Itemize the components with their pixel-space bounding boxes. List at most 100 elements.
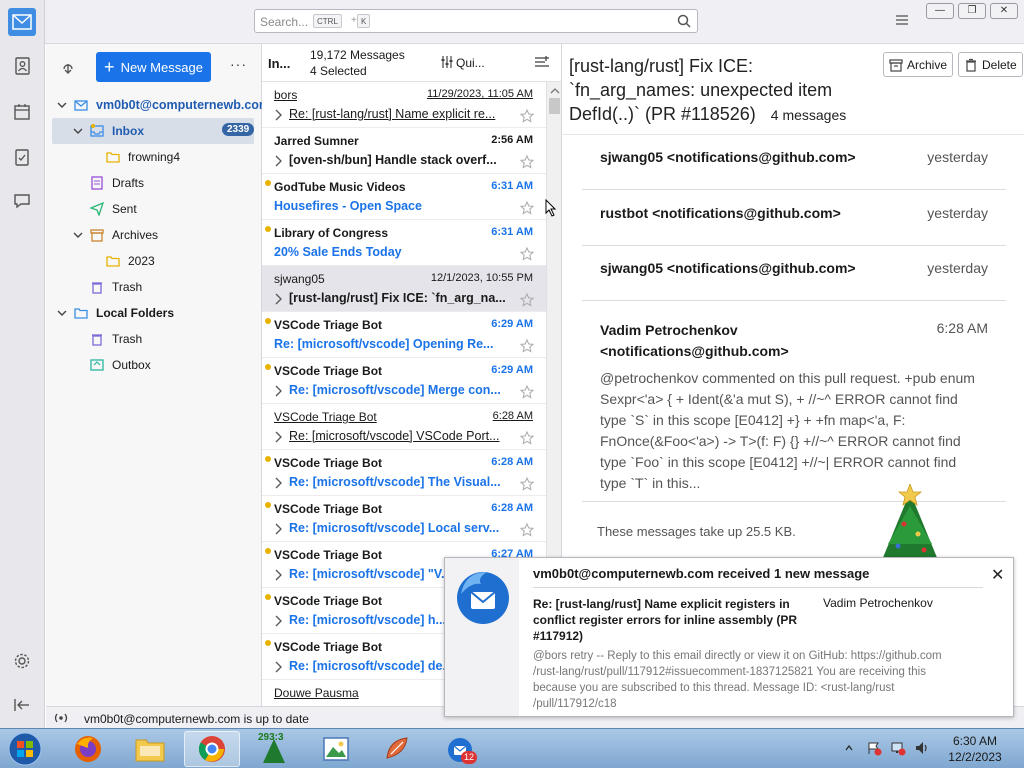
unread-dot-icon (265, 456, 271, 462)
message-row[interactable]: VSCode Triage Bot 6:29 AM Re: [microsoft… (262, 358, 546, 404)
message-from: bors (274, 88, 298, 102)
network-icon[interactable] (890, 740, 906, 756)
online-status-icon[interactable] (52, 711, 70, 725)
chat-icon[interactable] (8, 187, 36, 215)
get-messages-icon[interactable] (60, 58, 76, 77)
app-menu-icon[interactable] (894, 12, 910, 28)
folder-icon (106, 152, 120, 163)
message-row[interactable]: bors 11/29/2023, 11:05 AM Re: [rust-lang… (262, 82, 546, 128)
message-from: VSCode Triage Bot (274, 640, 383, 654)
star-icon[interactable] (520, 293, 534, 307)
taskbar-tree-app[interactable]: 293:3 (246, 731, 302, 767)
folder-archives[interactable]: Archives (46, 222, 262, 248)
message-row[interactable]: Jarred Sumner 2:56 AM [oven-sh/bun] Hand… (262, 128, 546, 174)
folder-account-main[interactable]: vm0b0t@computernewb.com (46, 92, 270, 118)
message-row[interactable]: Library of Congress 6:31 AM 20% Sale End… (262, 220, 546, 266)
unread-dot-icon (265, 318, 271, 324)
conversation-title: [rust-lang/rust] Fix ICE: `fn_arg_names:… (569, 54, 879, 127)
conversation-from: sjwang05 <notifications@github.com> (600, 149, 856, 165)
archive-label: Archive (907, 57, 948, 72)
action-center-icon[interactable] (866, 740, 882, 756)
taskbar-photo-viewer[interactable] (308, 731, 364, 767)
new-message-button[interactable]: + New Message (96, 52, 211, 82)
taskbar-app[interactable] (370, 731, 426, 767)
plus-icon: + (104, 57, 115, 77)
tray-expand-icon[interactable] (844, 743, 854, 753)
collapse-spaces-icon[interactable] (8, 691, 36, 719)
scrollbar-thumb[interactable] (549, 98, 560, 114)
star-icon[interactable] (520, 201, 534, 215)
conversation-message-count: 4 messages (770, 107, 847, 123)
taskbar-firefox[interactable] (60, 731, 116, 767)
chevron-down-icon[interactable] (72, 229, 84, 241)
star-icon[interactable] (520, 339, 534, 353)
star-icon[interactable] (520, 477, 534, 491)
quick-filter-button[interactable]: Qui... (456, 56, 485, 70)
search-icon[interactable] (677, 14, 691, 31)
display-options-icon[interactable] (534, 55, 550, 72)
star-icon[interactable] (520, 155, 534, 169)
message-row[interactable]: VSCode Triage Bot 6:28 AM Re: [microsoft… (262, 450, 546, 496)
taskbar-clock[interactable]: 6:30 AM 12/2/2023 (940, 733, 1010, 765)
close-window-button[interactable]: ✕ (990, 3, 1018, 19)
taskbar-chrome[interactable] (184, 731, 240, 767)
message-row[interactable]: GodTube Music Videos 6:31 AM Housefires … (262, 174, 546, 220)
unread-dot-icon (265, 180, 271, 186)
message-from: GodTube Music Videos (274, 180, 406, 194)
folder-pane-more-button[interactable]: ··· (230, 56, 247, 72)
message-row[interactable]: VSCode Triage Bot 6:28 AM Re: [microsoft… (262, 496, 546, 542)
minimize-button[interactable]: — (926, 3, 954, 19)
message-date: 6:28 AM (491, 456, 533, 468)
tasks-icon[interactable] (8, 143, 36, 171)
star-icon[interactable] (520, 385, 534, 399)
folder-label: Trash (112, 280, 143, 294)
conversation-message[interactable]: sjwang05 <notifications@github.com> yest… (582, 134, 1006, 190)
folder-2023[interactable]: 2023 (46, 248, 262, 274)
calendar-icon[interactable] (8, 98, 36, 126)
taskbar-file-explorer[interactable] (122, 731, 178, 767)
address-book-icon[interactable] (8, 52, 36, 80)
search-input[interactable]: Search... CTRL + K (254, 9, 698, 33)
clock-time: 6:30 AM (952, 734, 998, 748)
folder-sent[interactable]: Sent (46, 196, 262, 222)
chevron-down-icon[interactable] (56, 307, 68, 319)
quick-filter-icon[interactable] (440, 55, 454, 72)
notification-close-button[interactable]: ✕ (991, 565, 1004, 585)
outbox-icon (90, 359, 104, 371)
message-count: 19,172 Messages (310, 48, 405, 62)
message-row[interactable]: VSCode Triage Bot 6:29 AM Re: [microsoft… (262, 312, 546, 358)
message-date: 6:28 AM (491, 502, 533, 514)
folder-outbox[interactable]: Outbox (46, 352, 262, 378)
settings-gear-icon[interactable] (8, 647, 36, 675)
folder-drafts[interactable]: Drafts (46, 170, 262, 196)
folder-inbox[interactable]: Inbox 2339 (52, 118, 255, 144)
volume-icon[interactable] (914, 740, 930, 756)
conversation-message-expanded[interactable]: Vadim Petrochenkov <notifications@github… (582, 300, 1006, 502)
scroll-up-icon[interactable] (548, 86, 562, 96)
conversation-message[interactable]: sjwang05 <notifications@github.com> yest… (582, 245, 1006, 301)
chevron-down-icon[interactable] (72, 125, 84, 137)
taskbar-thunderbird[interactable]: 12 (432, 731, 488, 767)
archive-button[interactable]: Archive (883, 52, 954, 77)
message-from: VSCode Triage Bot (274, 594, 383, 608)
chevron-down-icon[interactable] (56, 99, 68, 111)
start-button[interactable] (0, 731, 50, 767)
star-icon[interactable] (520, 523, 534, 537)
folder-frowning4[interactable]: frowning4 (46, 144, 262, 170)
star-icon[interactable] (520, 109, 534, 123)
star-icon[interactable] (520, 431, 534, 445)
folder-trash[interactable]: Trash (46, 274, 262, 300)
conversation-message[interactable]: rustbot <notifications@github.com> yeste… (582, 190, 1006, 246)
mail-space-icon[interactable] (8, 8, 36, 36)
message-row[interactable]: VSCode Triage Bot 6:28 AM Re: [microsoft… (262, 404, 546, 450)
delete-button[interactable]: Delete (958, 52, 1023, 77)
folder-account-local[interactable]: Local Folders (46, 300, 262, 326)
restore-button[interactable]: ❐ (958, 3, 986, 19)
star-icon[interactable] (520, 247, 534, 261)
new-mail-notification[interactable]: vm0b0t@computernewb.com received 1 new m… (444, 557, 1014, 717)
message-row-selected[interactable]: sjwang05 12/1/2023, 10:55 PM [rust-lang/… (262, 266, 546, 312)
folder-local-trash[interactable]: Trash (46, 326, 262, 352)
unread-dot-icon (265, 594, 271, 600)
message-from: VSCode Triage Bot (274, 318, 383, 332)
conversation-from: rustbot <notifications@github.com> (600, 205, 841, 221)
